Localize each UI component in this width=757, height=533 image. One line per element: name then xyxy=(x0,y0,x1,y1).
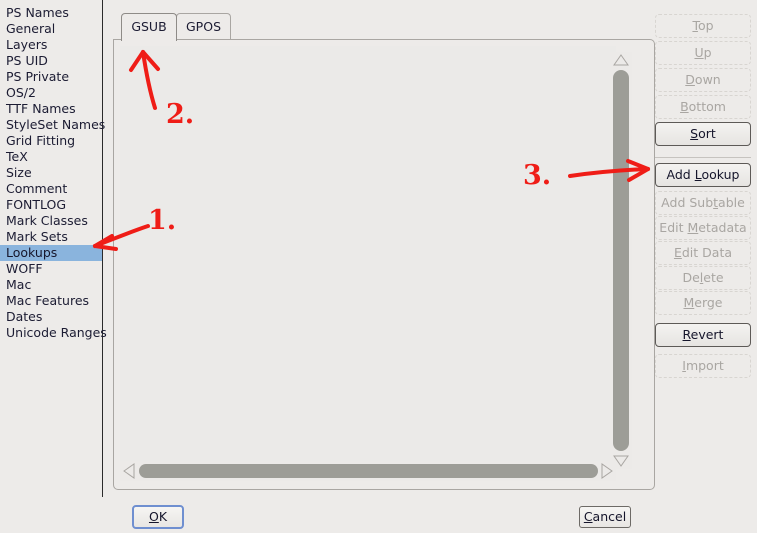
sidebar-item-general[interactable]: General xyxy=(0,21,102,37)
lookup-list[interactable] xyxy=(120,46,616,464)
edit-data-button: Edit Data xyxy=(655,241,751,265)
horizontal-scrollbar-thumb[interactable] xyxy=(139,464,598,478)
sidebar-item-os-2[interactable]: OS/2 xyxy=(0,85,102,101)
sidebar-item-grid-fitting[interactable]: Grid Fitting xyxy=(0,133,102,149)
add-lookup-button[interactable]: Add Lookup xyxy=(655,163,751,187)
sidebar-item-woff[interactable]: WOFF xyxy=(0,261,102,277)
sidebar-item-unicode-ranges[interactable]: Unicode Ranges xyxy=(0,325,107,341)
sidebar-item-mark-sets[interactable]: Mark Sets xyxy=(0,229,102,245)
scroll-right-arrow-icon[interactable] xyxy=(599,462,615,480)
sort-button-label: Sort xyxy=(690,126,716,141)
tab-gpos[interactable]: GPOS xyxy=(176,13,231,40)
sidebar-item-label: Unicode Ranges xyxy=(6,325,107,340)
revert-button-label: Revert xyxy=(682,327,724,342)
up-button-label: Up xyxy=(694,45,712,60)
sidebar-item-label: Mark Sets xyxy=(6,229,68,244)
sidebar-item-mac-features[interactable]: Mac Features xyxy=(0,293,102,309)
sidebar-item-label: Dates xyxy=(6,309,43,324)
cancel-button[interactable]: Cancel xyxy=(579,506,631,528)
sidebar-item-label: Mac xyxy=(6,277,32,292)
lookup-panel-body xyxy=(113,39,655,490)
sidebar-item-styleset-names[interactable]: StyleSet Names xyxy=(0,117,106,133)
down-button: Down xyxy=(655,68,751,92)
add-subtable-button-label: Add Subtable xyxy=(661,195,745,210)
sidebar-item-ps-uid[interactable]: PS UID xyxy=(0,53,102,69)
sidebar-item-label: StyleSet Names xyxy=(6,117,106,132)
sidebar-item-size[interactable]: Size xyxy=(0,165,102,181)
sidebar-item-fontlog[interactable]: FONTLOG xyxy=(0,197,102,213)
sidebar-item-comment[interactable]: Comment xyxy=(0,181,102,197)
sidebar-item-label: General xyxy=(6,21,56,36)
sidebar-item-mac[interactable]: Mac xyxy=(0,277,102,293)
sidebar-item-ttf-names[interactable]: TTF Names xyxy=(0,101,102,117)
horizontal-scrollbar[interactable] xyxy=(120,461,616,481)
sort-button[interactable]: Sort xyxy=(655,122,751,146)
add-subtable-button: Add Subtable xyxy=(655,191,751,215)
merge-button: Merge xyxy=(655,291,751,315)
revert-button[interactable]: Revert xyxy=(655,323,751,347)
sidebar-item-label: Layers xyxy=(6,37,48,52)
scroll-up-arrow-icon[interactable] xyxy=(611,52,631,68)
sidebar-item-dates[interactable]: Dates xyxy=(0,309,102,325)
sidebar-item-tex[interactable]: TeX xyxy=(0,149,102,165)
sidebar-item-label: TeX xyxy=(6,149,28,164)
ok-button-label: OK xyxy=(148,509,168,524)
sidebar-item-lookups[interactable]: Lookups xyxy=(0,245,102,261)
sidebar-item-layers[interactable]: Layers xyxy=(0,37,102,53)
vertical-scrollbar-thumb[interactable] xyxy=(613,70,629,451)
sidebar-item-mark-classes[interactable]: Mark Classes xyxy=(0,213,102,229)
settings-category-sidebar[interactable]: PS Names General Layers PS UID PS Private OS/… xyxy=(0,0,107,497)
tab-gsub-label: GSUB xyxy=(131,19,167,34)
sidebar-item-label: Grid Fitting xyxy=(6,133,76,148)
import-button: Import xyxy=(655,354,751,378)
edit-data-button-label: Edit Data xyxy=(673,245,733,260)
edit-metadata-button-label: Edit Metadata xyxy=(659,220,747,235)
sidebar-item-label: Mac Features xyxy=(6,293,90,308)
bottom-button-label: Bottom xyxy=(680,99,726,114)
button-group-separator xyxy=(655,157,751,158)
cancel-button-label: Cancel xyxy=(583,509,627,524)
sidebar-item-label: WOFF xyxy=(6,261,43,276)
tab-gpos-label: GPOS xyxy=(186,19,221,34)
sidebar-item-ps-private[interactable]: PS Private xyxy=(0,69,102,85)
vertical-scrollbar[interactable] xyxy=(610,52,632,469)
sidebar-item-label: Mark Classes xyxy=(6,213,88,228)
sidebar-item-label: TTF Names xyxy=(6,101,76,116)
sidebar-item-label: Lookups xyxy=(6,245,58,260)
scroll-left-arrow-icon[interactable] xyxy=(121,462,137,480)
add-lookup-button-label: Add Lookup xyxy=(666,167,740,182)
merge-button-label: Merge xyxy=(683,295,723,310)
down-button-label: Down xyxy=(685,72,721,87)
delete-button-label: Delete xyxy=(682,270,724,285)
edit-metadata-button: Edit Metadata xyxy=(655,216,751,240)
sidebar-item-label: PS Private xyxy=(6,69,70,84)
sidebar-item-label: FONTLOG xyxy=(6,197,67,212)
sidebar-item-label: PS UID xyxy=(6,53,48,68)
top-button: Top xyxy=(655,14,751,38)
import-button-label: Import xyxy=(682,358,724,373)
top-button-label: Top xyxy=(692,18,714,33)
ok-button[interactable]: OK xyxy=(132,505,184,529)
tab-strip: GSUB GPOS xyxy=(113,12,655,41)
sidebar-item-label: Size xyxy=(6,165,32,180)
sidebar-item-label: PS Names xyxy=(6,5,69,20)
sidebar-item-label: OS/2 xyxy=(6,85,36,100)
sidebar-item-ps-names[interactable]: PS Names xyxy=(0,5,102,21)
delete-button: Delete xyxy=(655,266,751,290)
lookups-panel: GSUB GPOS xyxy=(113,12,655,490)
bottom-button: Bottom xyxy=(655,95,751,119)
lookup-action-buttons: Top Up Down Bottom Sort Add Lookup Add Subtabl… xyxy=(655,6,751,384)
sidebar-item-label: Comment xyxy=(6,181,68,196)
up-button: Up xyxy=(655,41,751,65)
tab-gsub[interactable]: GSUB xyxy=(121,13,177,41)
